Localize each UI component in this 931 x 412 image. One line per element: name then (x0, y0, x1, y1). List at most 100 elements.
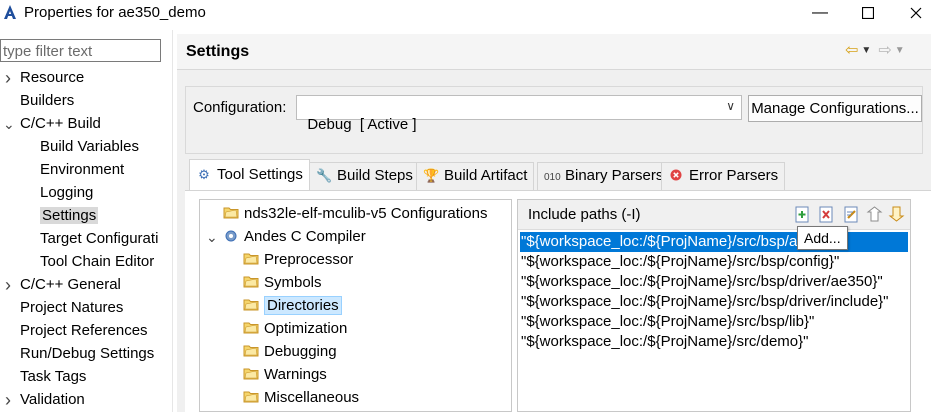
error-icon (668, 163, 684, 189)
sidebar-item[interactable]: Settings (40, 205, 99, 227)
tool-tree-item[interactable]: Miscellaneous (243, 387, 359, 409)
chevron-right-icon[interactable]: › (3, 274, 13, 296)
compiler-icon (223, 229, 239, 242)
tool-tree-item[interactable]: Warnings (243, 364, 327, 386)
sidebar-item-label: Resource (20, 69, 85, 86)
binary-icon: 010 (544, 172, 561, 183)
tool-tree-item[interactable]: Symbols (243, 272, 322, 294)
tool-tree-item[interactable]: Directories (243, 295, 342, 317)
tab-build-steps[interactable]: 🔧 Build Steps (309, 162, 420, 190)
sidebar-item[interactable]: Environment (40, 159, 124, 181)
history-navigation: ⇦ ▼ ⇨ ▼ (845, 40, 905, 60)
tool-tree-label: Debugging (264, 343, 337, 360)
forward-menu-chevron-icon[interactable]: ▼ (895, 45, 905, 56)
tab-build-artifact[interactable]: 🏆 Build Artifact (416, 162, 535, 190)
include-path-row[interactable]: "${workspace_loc:/${ProjName}/src/demo}" (520, 332, 908, 352)
filter-input[interactable]: type filter text (0, 39, 161, 62)
maximize-button[interactable] (848, 2, 888, 24)
chevron-down-icon[interactable]: ⌄ (3, 113, 15, 135)
folder-icon (243, 390, 259, 403)
build-steps-icon: 🔧 (316, 168, 333, 183)
sidebar-item-label: Run/Debug Settings (20, 345, 155, 362)
move-up-icon[interactable] (866, 206, 883, 223)
configuration-select[interactable]: Debug [ Active ] ∨ (296, 95, 742, 133)
tool-tree-item[interactable]: Optimization (243, 318, 347, 340)
tool-tree-label: Optimization (264, 320, 348, 337)
include-path-row[interactable]: "${workspace_loc:/${ProjName}/src/bsp/dr… (520, 292, 908, 312)
tab-label: Build Steps (337, 167, 413, 184)
sidebar-item[interactable]: Resource (20, 67, 84, 89)
sidebar-item[interactable]: Builders (20, 90, 74, 112)
trophy-icon: 🏆 (423, 168, 440, 183)
sidebar-item-label: Environment (40, 161, 125, 178)
tool-tree-label: nds32le-elf-mculib-v5 Configurations (244, 205, 488, 222)
title-bar: Properties for ae350_demo — (0, 0, 931, 28)
tool-tree-item[interactable]: Andes C Compiler (223, 226, 366, 248)
tab-error-parsers[interactable]: Error Parsers (661, 162, 786, 190)
edit-icon[interactable] (843, 206, 860, 223)
sidebar-item[interactable]: C/C++ Build (20, 113, 101, 135)
back-menu-chevron-icon[interactable]: ▼ (861, 45, 871, 56)
chevron-right-icon[interactable]: › (3, 67, 13, 89)
tool-tree-item[interactable]: nds32le-elf-mculib-v5 Configurations (223, 203, 487, 225)
minimize-button[interactable]: — (800, 2, 840, 24)
tool-tree-label: Andes C Compiler (244, 228, 366, 245)
add-tooltip: Add... (797, 226, 848, 250)
folder-icon (243, 321, 259, 334)
tool-tree-label: Symbols (264, 274, 322, 291)
include-path-row[interactable]: "${workspace_loc:/${ProjName}/src/bsp/li… (520, 312, 908, 332)
minimize-icon: — (812, 4, 828, 21)
sidebar-item[interactable]: Task Tags (20, 366, 86, 388)
sidebar-item[interactable]: Project References (20, 320, 148, 342)
delete-icon[interactable] (818, 206, 835, 223)
sidebar-item-label: Validation (20, 391, 85, 408)
tool-tree-label: Directories (264, 296, 342, 315)
tab-label: Build Artifact (444, 167, 528, 184)
andes-logo-icon (4, 5, 16, 19)
folder-icon (243, 252, 259, 265)
add-icon[interactable] (794, 206, 811, 223)
sidebar-item[interactable]: Validation (20, 389, 85, 411)
sidebar-item[interactable]: Project Natures (20, 297, 123, 319)
settings-header: Settings ⇦ ▼ ⇨ ▼ (177, 34, 931, 70)
include-paths-header: Include paths (-I) (518, 200, 910, 230)
close-button[interactable] (896, 2, 931, 24)
folder-icon (243, 367, 259, 380)
tool-tree-item[interactable]: Preprocessor (243, 249, 353, 271)
include-path-row[interactable]: "${workspace_loc:/${ProjName}/src/bsp/dr… (520, 272, 908, 292)
chevron-right-icon[interactable]: › (3, 389, 13, 411)
include-path-row[interactable]: "${workspace_loc:/${ProjName}/src/bsp/co… (520, 252, 908, 272)
manage-configurations-button[interactable]: Manage Configurations... (748, 95, 922, 122)
sidebar-item[interactable]: Run/Debug Settings (20, 343, 154, 365)
sidebar-item-label: Tool Chain Editor (40, 253, 155, 270)
back-arrow-icon[interactable]: ⇦ (845, 40, 858, 60)
sidebar-item[interactable]: C/C++ General (20, 274, 121, 296)
tool-settings-icon: ⚙ (198, 167, 210, 182)
tab-label: Tool Settings (217, 166, 303, 183)
sidebar-item[interactable]: Target Configurati (40, 228, 158, 250)
sidebar-item-label: C/C++ General (20, 276, 121, 293)
sidebar-item[interactable]: Tool Chain Editor (40, 251, 154, 273)
folder-icon (243, 275, 259, 288)
sidebar-item-label: Project References (20, 322, 148, 339)
maximize-icon (862, 7, 874, 19)
sidebar-item[interactable]: Logging (40, 182, 93, 204)
chevron-down-icon[interactable]: ⌄ (206, 226, 218, 248)
sidebar-item[interactable]: Build Variables (40, 136, 139, 158)
include-paths-title: Include paths (-I) (528, 206, 641, 223)
sidebar-item-label: Builders (20, 92, 75, 109)
sidebar-item-label: Target Configurati (40, 230, 159, 247)
sidebar-item-label: Build Variables (40, 138, 139, 155)
sidebar-item-label: C/C++ Build (20, 115, 101, 132)
sidebar-item-label: Logging (40, 184, 94, 201)
tab-label: Error Parsers (689, 167, 779, 184)
panel-divider[interactable] (172, 30, 173, 412)
chevron-down-icon: ∨ (726, 99, 735, 113)
tool-tree-item[interactable]: Debugging (243, 341, 337, 363)
forward-arrow-icon[interactable]: ⇨ (878, 40, 891, 60)
page-title: Settings (186, 43, 250, 60)
tab-tool-settings[interactable]: ⚙ Tool Settings (189, 159, 310, 190)
move-down-icon[interactable] (888, 206, 905, 223)
include-path-row[interactable]: "${workspace_loc:/${ProjName}/src/bsp/ae… (520, 232, 908, 252)
tab-binary-parsers[interactable]: 010 Binary Parsers (537, 162, 671, 190)
